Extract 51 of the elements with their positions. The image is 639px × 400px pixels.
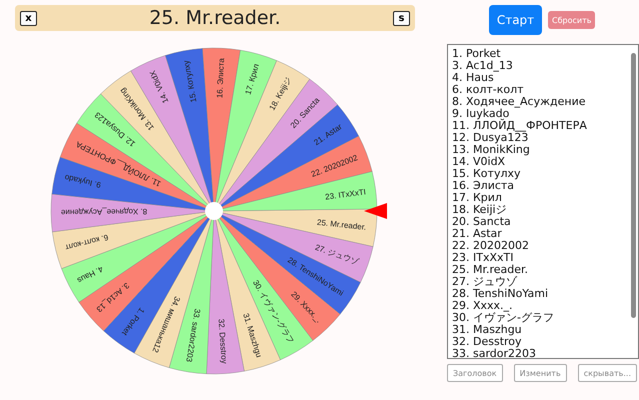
s-key[interactable]: s	[393, 10, 410, 26]
list-line: 17. Крил	[452, 192, 503, 204]
list-line: 15. Котулху	[452, 168, 522, 180]
segment-label: 33. sardor2203	[184, 308, 202, 363]
list-line: 30. イヴァン-グラフ	[452, 312, 555, 324]
scrollbar-thumb[interactable]	[630, 53, 636, 318]
list-line: 1. Porket	[452, 48, 502, 60]
segment-label: 17. Крил	[244, 62, 261, 96]
segment-label: 6. колт-колт	[64, 232, 110, 252]
segment-label: 23. ITxXxTI	[324, 187, 366, 202]
list-line: 12. Dusya123	[452, 132, 528, 144]
names-textarea[interactable]	[447, 44, 639, 359]
segment-label: 4. Haus	[76, 264, 104, 285]
segment-label: 8. Ходячее_Асуждение	[60, 206, 148, 217]
wheel-hub	[205, 202, 223, 220]
list-line: 6. колт-колт	[452, 84, 525, 96]
pointer-icon	[364, 203, 387, 219]
option-button[interactable]: скрывать...	[578, 364, 637, 382]
start-button[interactable]: Старт	[489, 5, 542, 35]
list-line: 4. Haus	[452, 72, 494, 84]
option-button[interactable]: Изменить	[514, 364, 567, 382]
segment-label: 32. Desstroy	[216, 318, 229, 364]
winner-title: 25. Mr.reader.	[149, 7, 281, 29]
list-line: 25. Mr.reader.	[452, 264, 530, 276]
list-line: 13. MonikKing	[452, 144, 531, 156]
list-line: 8. Ходячее_Асуждение	[452, 96, 586, 108]
segment-label: 15. Котулху	[182, 60, 198, 104]
segment-label: 14. V0idX	[148, 69, 170, 105]
reset-button[interactable]: Сбросить	[548, 11, 596, 29]
segment-label: 25. Mr.reader.	[316, 218, 367, 232]
segment-label: 16. Элиста	[215, 58, 226, 98]
segment-label: 18. Keijiジ	[268, 76, 294, 112]
list-line: 9. Iuykado	[452, 108, 510, 120]
list-line: 20. Sancta	[452, 216, 512, 228]
close-key[interactable]: x	[20, 10, 37, 26]
list-line: 22. 20202002	[452, 240, 530, 252]
list-line: 16. Элиста	[452, 180, 514, 192]
segment-label: 27. ジュウゾ	[314, 242, 360, 266]
list-line: 28. TenshiNoYami	[452, 288, 550, 300]
list-line: 29. Xxxx._.	[452, 300, 514, 312]
list-line: 27. ジュウゾ	[452, 276, 518, 288]
list-line: 18. Keijiジ	[452, 204, 508, 216]
list-line: 21. Astar	[452, 228, 503, 240]
list-line: 32. Desstroy	[452, 336, 523, 348]
list-line: 11. ЛЛОЙД__ФРОНТЕРА	[452, 120, 588, 132]
list-line: 33. sardor2203	[452, 348, 538, 358]
list-line: 3. Ac1d_13	[452, 60, 514, 72]
option-button[interactable]: Заголовок	[447, 364, 503, 382]
list-line: 31. Maszhgu	[452, 324, 523, 336]
list-line: 23. ITxXxTI	[452, 252, 514, 264]
list-line: 14. V0idX	[452, 156, 506, 168]
